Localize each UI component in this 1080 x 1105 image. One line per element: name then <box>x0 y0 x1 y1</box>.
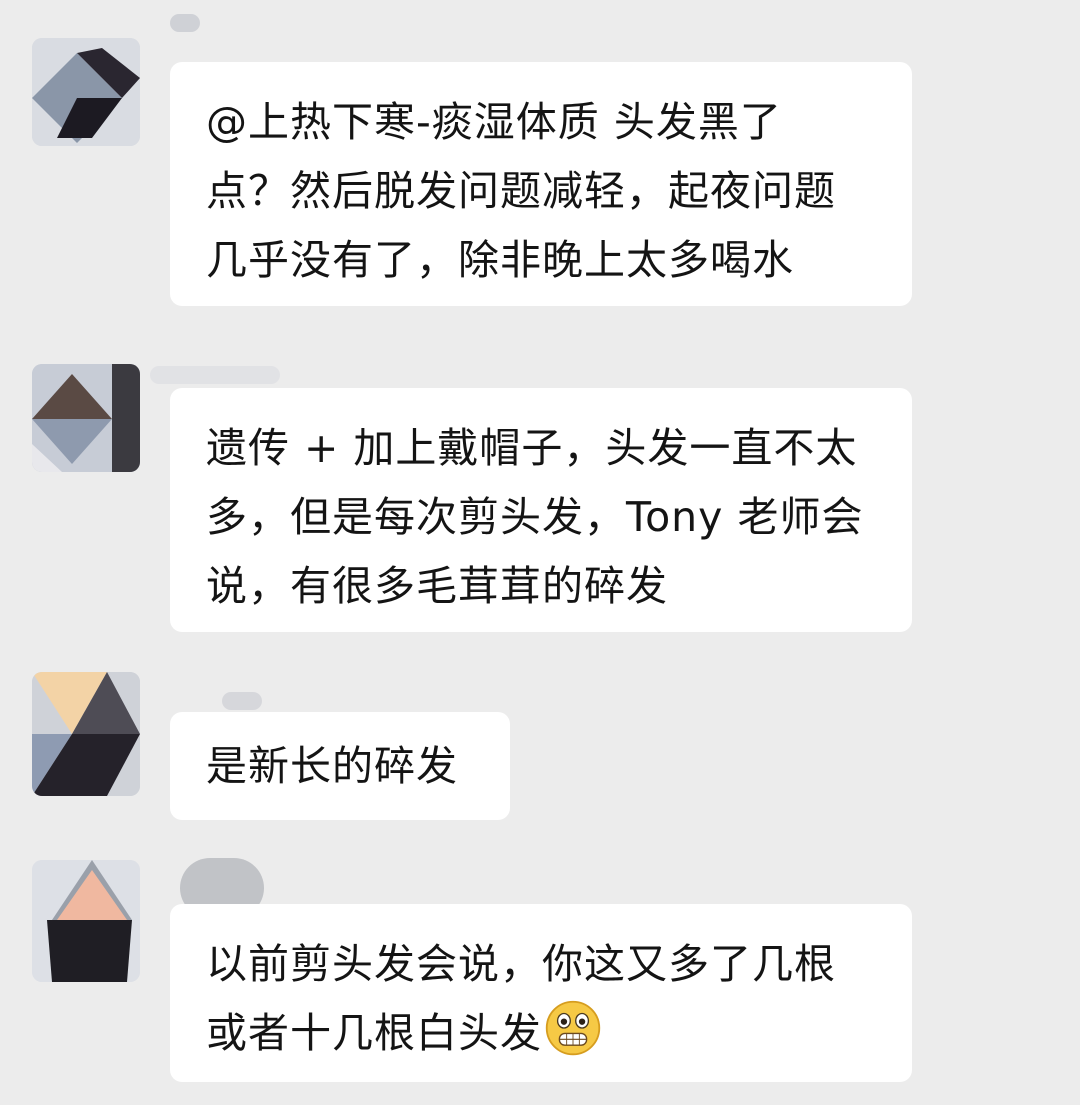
grimacing-face-emoji <box>545 1000 601 1056</box>
avatar[interactable] <box>32 38 140 146</box>
avatar[interactable] <box>32 364 140 472</box>
message-text-line: 多，但是每次剪头发，Tony 老师会 <box>206 493 864 541</box>
message-text-segment: 或者十几根白头发 <box>206 1009 542 1057</box>
avatar-image <box>32 860 140 982</box>
message-bubble[interactable]: @上热下寒-痰湿体质 头发黑了 点？然后脱发问题减轻，起夜问题 几乎没有了，除非… <box>170 62 912 306</box>
message-row: 是新长的碎发 <box>0 660 1080 840</box>
message-row: 遗传 + 加上戴帽子，头发一直不太 多，但是每次剪头发，Tony 老师会 说，有… <box>0 340 1080 640</box>
avatar-image <box>32 38 140 146</box>
message-bubble[interactable]: 遗传 + 加上戴帽子，头发一直不太 多，但是每次剪头发，Tony 老师会 说，有… <box>170 388 912 632</box>
message-text-line: 以前剪头发会说，你这又多了几根 <box>206 940 836 988</box>
message-text-line: 遗传 + 加上戴帽子，头发一直不太 <box>206 424 858 472</box>
avatar-image <box>32 364 140 472</box>
avatar[interactable] <box>32 672 140 796</box>
avatar[interactable] <box>32 860 140 982</box>
message-row: @上热下寒-痰湿体质 头发黑了 点？然后脱发问题减轻，起夜问题 几乎没有了，除非… <box>0 0 1080 320</box>
avatar-image <box>32 672 140 796</box>
sender-name-redacted <box>150 366 280 384</box>
message-text-line: 几乎没有了，除非晚上太多喝水 <box>206 236 794 284</box>
message-text-line: 点？然后脱发问题减轻，起夜问题 <box>206 167 836 215</box>
sender-name-redacted <box>170 14 200 32</box>
message-bubble[interactable]: 以前剪头发会说，你这又多了几根 或者十几根白头发 <box>170 904 912 1082</box>
message-text-line: @上热下寒-痰湿体质 头发黑了 <box>206 98 782 146</box>
sender-name-redacted <box>222 692 262 710</box>
message-row: 以前剪头发会说，你这又多了几根 或者十几根白头发 <box>0 850 1080 1105</box>
message-bubble[interactable]: 是新长的碎发 <box>170 712 510 820</box>
chat-thread: @上热下寒-痰湿体质 头发黑了 点？然后脱发问题减轻，起夜问题 几乎没有了，除非… <box>0 0 1080 1105</box>
message-text-line: 是新长的碎发 <box>206 742 458 790</box>
message-text-line: 或者十几根白头发 <box>206 999 876 1068</box>
message-text-line: 说，有很多毛茸茸的碎发 <box>206 562 668 610</box>
